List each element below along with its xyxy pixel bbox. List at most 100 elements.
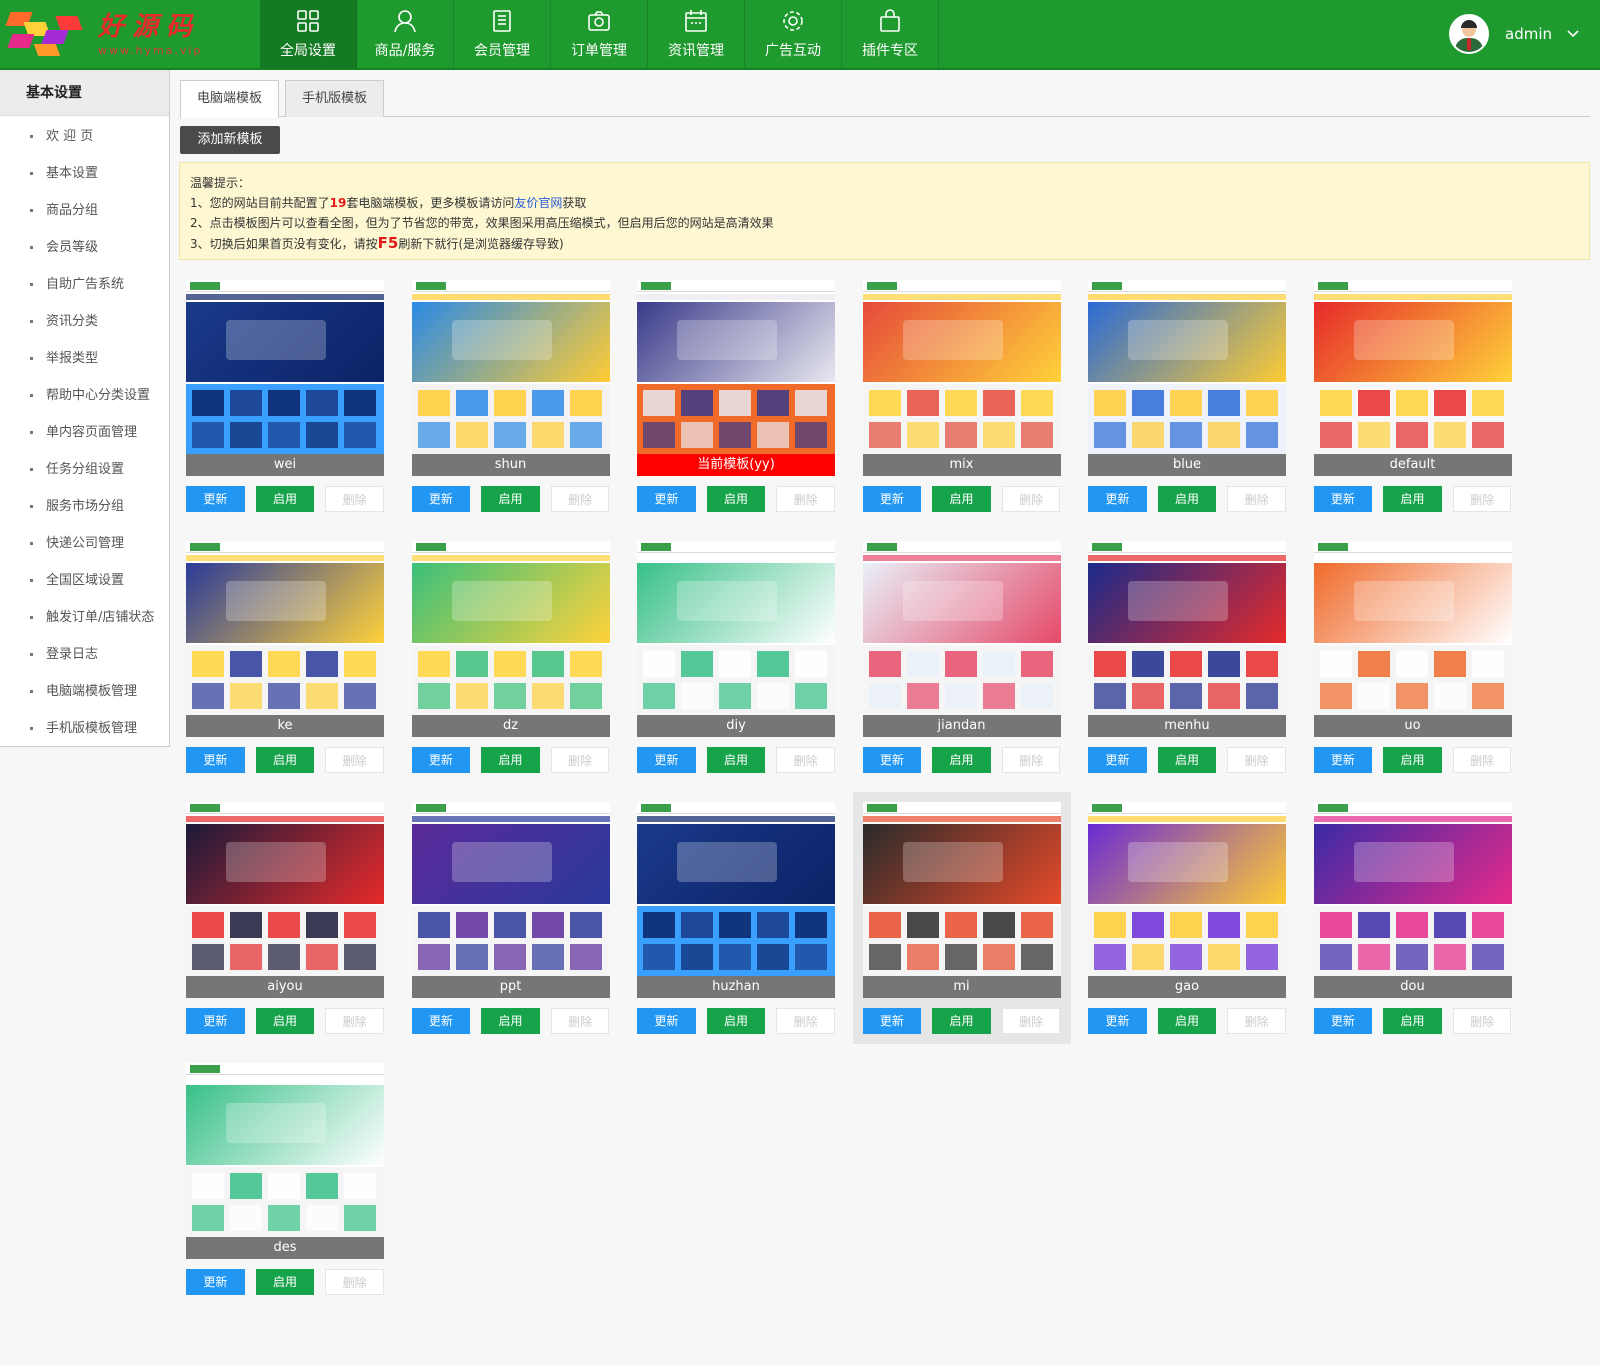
update-button[interactable]: 更新: [186, 1008, 245, 1034]
template-thumbnail[interactable]: shun: [411, 280, 610, 476]
delete-button[interactable]: 删除: [325, 486, 384, 512]
enable-button[interactable]: 启用: [481, 747, 540, 773]
sidebar-item-order-status[interactable]: 触发订单/店铺状态: [0, 599, 169, 636]
delete-button[interactable]: 删除: [550, 486, 610, 512]
sidebar-item-help-categories[interactable]: 帮助中心分类设置: [0, 377, 169, 414]
update-button[interactable]: 更新: [411, 747, 471, 773]
delete-button[interactable]: 删除: [550, 1008, 610, 1034]
enable-button[interactable]: 启用: [1157, 747, 1217, 773]
template-thumbnail[interactable]: blue: [1088, 280, 1286, 476]
template-thumbnail[interactable]: aiyou: [186, 802, 384, 998]
update-button[interactable]: 更新: [862, 486, 922, 512]
sidebar-item-welcome[interactable]: 欢 迎 页: [0, 118, 169, 155]
tab-mobile-templates[interactable]: 手机版模板: [285, 80, 385, 117]
delete-button[interactable]: 删除: [1001, 1008, 1061, 1034]
update-button[interactable]: 更新: [1313, 1008, 1373, 1034]
nav-products[interactable]: 商品/服务: [357, 0, 454, 68]
update-button[interactable]: 更新: [411, 1008, 471, 1034]
nav-plugins[interactable]: 插件专区: [842, 0, 939, 68]
sidebar-item-product-groups[interactable]: 商品分组: [0, 192, 169, 229]
enable-button[interactable]: 启用: [706, 747, 766, 773]
delete-button[interactable]: 删除: [776, 486, 835, 512]
delete-button[interactable]: 删除: [325, 747, 384, 773]
template-thumbnail[interactable]: huzhan: [637, 802, 835, 998]
update-button[interactable]: 更新: [186, 486, 245, 512]
enable-button[interactable]: 启用: [255, 486, 315, 512]
delete-button[interactable]: 删除: [1227, 486, 1286, 512]
template-thumbnail[interactable]: ppt: [411, 802, 610, 998]
enable-button[interactable]: 启用: [1157, 1008, 1217, 1034]
update-button[interactable]: 更新: [1088, 486, 1147, 512]
update-button[interactable]: 更新: [637, 747, 696, 773]
enable-button[interactable]: 启用: [932, 1008, 991, 1034]
nav-members[interactable]: 会员管理: [454, 0, 551, 68]
enable-button[interactable]: 启用: [1383, 747, 1442, 773]
template-thumbnail[interactable]: des: [186, 1063, 384, 1259]
delete-button[interactable]: 删除: [325, 1269, 384, 1295]
sidebar-item-pc-templates[interactable]: 电脑端模板管理: [0, 673, 169, 710]
delete-button[interactable]: 删除: [1001, 486, 1061, 512]
official-site-link[interactable]: 友价官网: [514, 196, 562, 210]
enable-button[interactable]: 启用: [932, 747, 991, 773]
delete-button[interactable]: 删除: [550, 747, 610, 773]
delete-button[interactable]: 删除: [1227, 747, 1286, 773]
update-button[interactable]: 更新: [1088, 1008, 1147, 1034]
sidebar-item-mobile-templates[interactable]: 手机版模板管理: [0, 710, 169, 747]
enable-button[interactable]: 启用: [932, 486, 991, 512]
template-thumbnail[interactable]: mi: [862, 802, 1061, 998]
sidebar-item-regions[interactable]: 全国区域设置: [0, 562, 169, 599]
template-thumbnail[interactable]: uo: [1313, 541, 1512, 737]
template-thumbnail[interactable]: menhu: [1088, 541, 1286, 737]
delete-button[interactable]: 删除: [1452, 747, 1512, 773]
nav-ads[interactable]: 广告互动: [745, 0, 842, 68]
enable-button[interactable]: 启用: [255, 1269, 315, 1295]
user-menu[interactable]: admin: [1449, 14, 1580, 54]
template-thumbnail[interactable]: dou: [1313, 802, 1512, 998]
sidebar-item-member-levels[interactable]: 会员等级: [0, 229, 169, 266]
enable-button[interactable]: 启用: [1157, 486, 1217, 512]
update-button[interactable]: 更新: [1088, 747, 1147, 773]
delete-button[interactable]: 删除: [776, 1008, 835, 1034]
sidebar-item-couriers[interactable]: 快递公司管理: [0, 525, 169, 562]
sidebar-item-login-log[interactable]: 登录日志: [0, 636, 169, 673]
delete-button[interactable]: 删除: [325, 1008, 384, 1034]
nav-orders[interactable]: 订单管理: [551, 0, 648, 68]
update-button[interactable]: 更新: [862, 1008, 922, 1034]
update-button[interactable]: 更新: [637, 486, 696, 512]
template-thumbnail[interactable]: mix: [862, 280, 1061, 476]
delete-button[interactable]: 删除: [1227, 1008, 1286, 1034]
sidebar-item-ad-system[interactable]: 自助广告系统: [0, 266, 169, 303]
update-button[interactable]: 更新: [1313, 747, 1373, 773]
delete-button[interactable]: 删除: [1452, 1008, 1512, 1034]
enable-button[interactable]: 启用: [255, 747, 315, 773]
template-thumbnail[interactable]: ke: [186, 541, 384, 737]
template-thumbnail[interactable]: wei: [186, 280, 384, 476]
delete-button[interactable]: 删除: [1001, 747, 1061, 773]
enable-button[interactable]: 启用: [255, 1008, 315, 1034]
update-button[interactable]: 更新: [411, 486, 471, 512]
add-template-button[interactable]: 添加新模板: [180, 126, 280, 154]
sidebar-item-task-groups[interactable]: 任务分组设置: [0, 451, 169, 488]
update-button[interactable]: 更新: [1313, 486, 1373, 512]
sidebar-item-report-types[interactable]: 举报类型: [0, 340, 169, 377]
enable-button[interactable]: 启用: [1383, 486, 1442, 512]
enable-button[interactable]: 启用: [1383, 1008, 1442, 1034]
template-thumbnail[interactable]: dz: [411, 541, 610, 737]
template-thumbnail[interactable]: default: [1313, 280, 1512, 476]
enable-button[interactable]: 启用: [481, 486, 540, 512]
sidebar-item-basic-settings[interactable]: 基本设置: [0, 155, 169, 192]
template-thumbnail[interactable]: jiandan: [862, 541, 1061, 737]
nav-news[interactable]: 资讯管理: [648, 0, 745, 68]
template-thumbnail[interactable]: 当前模板(yy): [637, 280, 835, 476]
template-thumbnail[interactable]: diy: [637, 541, 835, 737]
enable-button[interactable]: 启用: [706, 1008, 766, 1034]
enable-button[interactable]: 启用: [481, 1008, 540, 1034]
update-button[interactable]: 更新: [637, 1008, 696, 1034]
sidebar-item-service-market[interactable]: 服务市场分组: [0, 488, 169, 525]
tab-pc-templates[interactable]: 电脑端模板: [180, 80, 280, 118]
update-button[interactable]: 更新: [186, 1269, 245, 1295]
update-button[interactable]: 更新: [862, 747, 922, 773]
sidebar-item-news-categories[interactable]: 资讯分类: [0, 303, 169, 340]
nav-global-settings[interactable]: 全局设置: [260, 0, 357, 68]
delete-button[interactable]: 删除: [1452, 486, 1512, 512]
